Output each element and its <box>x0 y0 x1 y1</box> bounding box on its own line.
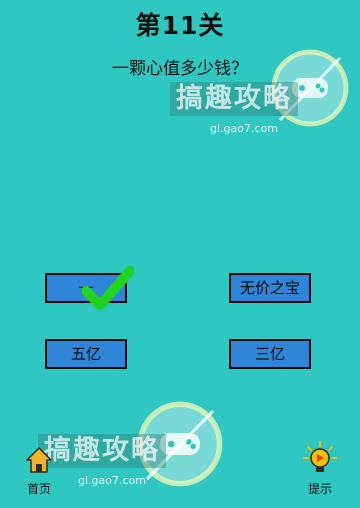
watermark-text: 搞趣攻略 <box>170 82 298 116</box>
watermark-bottom: 搞趣攻略 gl.gao7.com <box>38 400 238 495</box>
answer-button-4[interactable]: 三亿 <box>229 339 311 369</box>
watermark-url: gl.gao7.com <box>210 122 278 135</box>
checkmark-icon <box>82 266 134 310</box>
watermark-url: gl.gao7.com <box>78 474 146 487</box>
answer-button-3[interactable]: 五亿 <box>45 339 127 369</box>
level-title: 第11关 <box>135 11 225 40</box>
answer-button-2[interactable]: 无价之宝 <box>229 273 311 303</box>
home-label: 首页 <box>26 482 51 496</box>
gamepad-logo-icon <box>137 401 223 487</box>
lightbulb-icon <box>303 441 337 472</box>
question-text: 一颗心值多少钱？ <box>112 59 248 79</box>
home-button[interactable]: 首页 <box>19 445 59 497</box>
home-icon <box>26 447 52 473</box>
hint-button[interactable]: 提示 <box>300 441 340 497</box>
hint-label: 提示 <box>307 482 332 496</box>
